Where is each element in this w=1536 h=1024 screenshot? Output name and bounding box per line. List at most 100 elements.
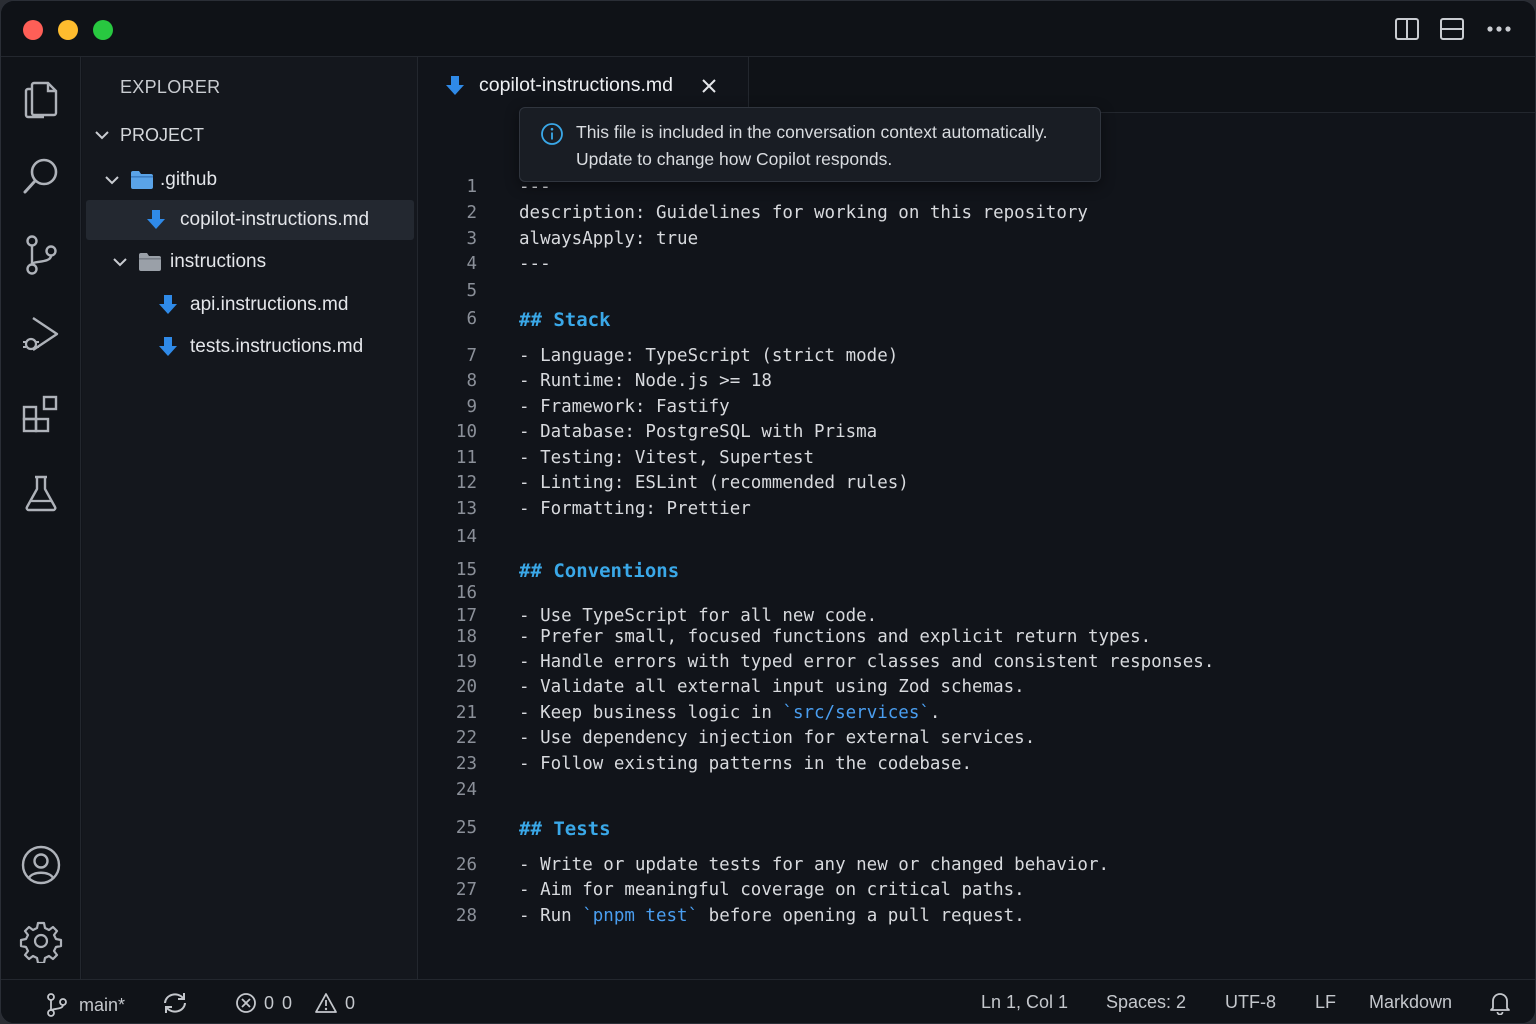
extensions-icon[interactable]	[19, 392, 63, 436]
code-line: 25 ## Tests	[419, 818, 1519, 846]
line-number: 8	[466, 371, 477, 391]
language-mode[interactable]: Markdown	[1369, 992, 1452, 1013]
inline-code: `pnpm test`	[582, 906, 699, 926]
line-content: - Language: TypeScript (strict mode)	[519, 346, 899, 366]
title-bar	[1, 1, 1535, 57]
chevron-down-icon	[104, 172, 120, 188]
line-number: 20	[455, 677, 477, 697]
line-content: alwaysApply: true	[519, 229, 699, 249]
line-content: - Formatting: Prettier	[519, 499, 751, 519]
warning-icon	[314, 992, 338, 1014]
folder-icon	[138, 252, 162, 272]
tree-item-label: instructions	[170, 251, 267, 272]
line-number: 9	[466, 397, 477, 417]
close-window-button[interactable]	[23, 20, 43, 40]
tree-item-github-folder[interactable]: .github	[86, 160, 414, 200]
tree-item-label: tests.instructions.md	[190, 336, 364, 357]
line-content: - Linting: ESLint (recommended rules)	[519, 473, 909, 493]
code-line: 14	[419, 527, 1519, 553]
line-content: ## Tests	[519, 818, 611, 840]
code-line: 20 - Validate all external input using Zo…	[419, 677, 1519, 703]
code-line: 11 - Testing: Vitest, Supertest	[419, 448, 1519, 474]
line-number: 28	[455, 906, 477, 926]
line-content: - Run `pnpm test` before opening a pull …	[519, 906, 1025, 926]
line-content: - Testing: Vitest, Supertest	[519, 448, 815, 468]
markdown-file-icon	[146, 209, 166, 231]
tree-item-label: copilot-instructions.md	[180, 209, 370, 230]
tree-item-tests-instructions[interactable]: tests.instructions.md	[86, 327, 414, 367]
code-line: 2 description: Guidelines for working on …	[419, 203, 1519, 229]
sync-icon[interactable]	[161, 991, 189, 1015]
explorer-sidebar: EXPLORER PROJECT .github copilot-instruc…	[82, 57, 418, 979]
encoding-setting[interactable]: UTF-8	[1225, 992, 1276, 1013]
line-content: - Keep business logic in `src/services`.	[519, 703, 940, 723]
info-icon	[540, 122, 564, 146]
tree-item-copilot-instructions[interactable]: copilot-instructions.md	[86, 200, 414, 240]
branch-indicator[interactable]: main*	[45, 992, 125, 1018]
code-line: 3 alwaysApply: true	[419, 229, 1519, 255]
line-number: 15	[455, 560, 477, 580]
line-number: 24	[455, 780, 477, 800]
line-content: ## Conventions	[519, 560, 680, 582]
line-number: 1	[466, 177, 477, 197]
tooltip-text-line-1: This file is included in the conversatio…	[576, 122, 1048, 142]
tree-item-instructions-folder[interactable]: instructions	[86, 242, 414, 282]
files-icon[interactable]	[19, 75, 63, 119]
tooltip-text-line-2: Update to change how Copilot responds.	[576, 149, 893, 169]
tree-item-api-instructions[interactable]: api.instructions.md	[86, 285, 414, 325]
markdown-file-icon	[445, 75, 465, 97]
settings-gear-icon[interactable]	[19, 919, 63, 963]
line-number: 11	[455, 448, 477, 468]
line-text: .	[929, 703, 941, 723]
split-editor-vertical-icon[interactable]	[1393, 15, 1421, 43]
project-section-header[interactable]: PROJECT	[86, 115, 414, 155]
code-line: 27 - Aim for meaningful coverage on criti…	[419, 880, 1519, 906]
minimize-window-button[interactable]	[58, 20, 78, 40]
tab-bar: copilot-instructions.md	[419, 57, 1535, 114]
folder-icon	[130, 170, 154, 190]
run-debug-icon[interactable]	[19, 312, 63, 356]
code-line: 10 - Database: PostgreSQL with Prisma	[419, 422, 1519, 448]
close-icon[interactable]	[701, 78, 717, 94]
maximize-window-button[interactable]	[93, 20, 113, 40]
editor-area: copilot-instructions.md 1 --- 2 description…	[419, 57, 1535, 979]
line-number: 10	[455, 422, 477, 442]
code-line: 18 - Prefer small, focused functions and …	[419, 627, 1519, 653]
line-number: 3	[466, 229, 477, 249]
line-content: - Prefer small, focused functions and ex…	[519, 627, 1152, 647]
context-info-tooltip: This file is included in the conversatio…	[519, 107, 1101, 182]
line-text: before opening a pull request.	[698, 906, 1025, 926]
line-number: 27	[455, 880, 477, 900]
line-content: - Validate all external input using Zod …	[519, 677, 1025, 697]
chevron-down-icon	[112, 254, 128, 270]
more-actions-icon[interactable]	[1485, 15, 1513, 43]
tree-item-label: api.instructions.md	[190, 294, 349, 315]
testing-icon[interactable]	[19, 471, 63, 515]
account-icon[interactable]	[19, 843, 63, 887]
inline-code: `src/services`	[782, 703, 930, 723]
source-control-icon[interactable]	[19, 233, 63, 277]
split-editor-horizontal-icon[interactable]	[1438, 15, 1466, 43]
branch-name: main*	[79, 994, 126, 1015]
indentation-setting[interactable]: Spaces: 2	[1106, 992, 1186, 1013]
line-content: - Framework: Fastify	[519, 397, 730, 417]
cursor-position[interactable]: Ln 1, Col 1	[981, 992, 1068, 1013]
line-content: - Aim for meaningful coverage on critica…	[519, 880, 1025, 900]
problems-indicator[interactable]: 0 0 0	[235, 992, 355, 1014]
line-number: 17	[455, 606, 477, 626]
code-line: 12 - Linting: ESLint (recommended rules)	[419, 473, 1519, 499]
notifications-bell-icon[interactable]	[1489, 991, 1511, 1015]
line-text: - Run	[519, 906, 583, 926]
activity-bar	[1, 57, 81, 979]
line-number: 16	[455, 583, 477, 603]
line-ending-setting[interactable]: LF	[1315, 992, 1336, 1013]
line-content: - Follow existing patterns in the codeba…	[519, 754, 973, 774]
tab-copilot-instructions[interactable]: copilot-instructions.md	[419, 57, 749, 114]
code-line: 9 - Framework: Fastify	[419, 397, 1519, 423]
editor-window: EXPLORER PROJECT .github copilot-instruc…	[0, 0, 1536, 1024]
chevron-down-icon	[94, 127, 110, 143]
status-bar: main* 0 0 0 Ln 1, Col 1 Spaces: 2 UTF-8 …	[1, 979, 1535, 1023]
line-number: 26	[455, 855, 477, 875]
line-number: 5	[466, 281, 477, 301]
search-icon[interactable]	[19, 154, 63, 198]
